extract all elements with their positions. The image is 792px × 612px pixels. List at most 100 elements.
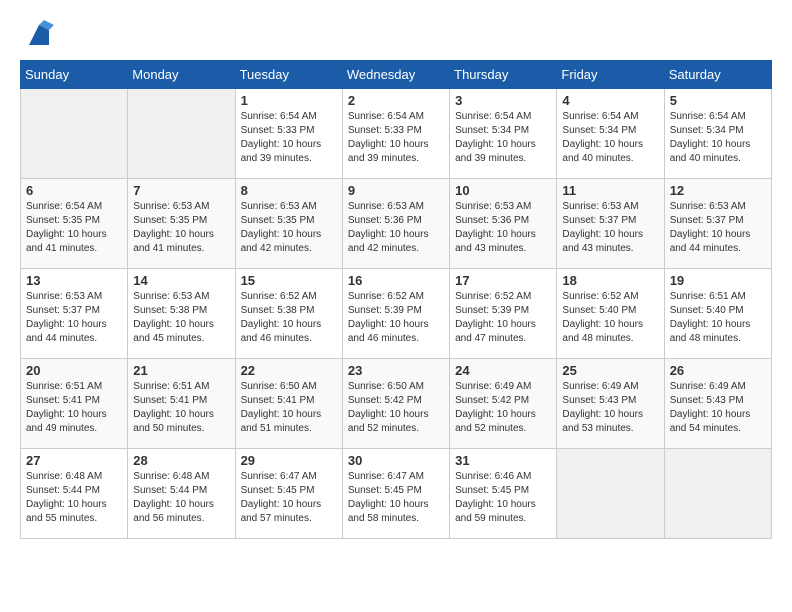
calendar-header-row: SundayMondayTuesdayWednesdayThursdayFrid… [21,61,772,89]
day-number: 22 [241,363,337,378]
day-info: Sunrise: 6:54 AMSunset: 5:34 PMDaylight:… [562,110,658,166]
day-info: Sunrise: 6:53 AMSunset: 5:36 PMDaylight:… [455,200,551,256]
day-number: 21 [133,363,229,378]
calendar-day-header: Sunday [21,61,128,89]
day-info: Sunrise: 6:54 AMSunset: 5:34 PMDaylight:… [670,110,766,166]
calendar-cell: 12 Sunrise: 6:53 AMSunset: 5:37 PMDaylig… [664,179,771,269]
calendar-week-row: 27 Sunrise: 6:48 AMSunset: 5:44 PMDaylig… [21,449,772,539]
calendar-cell: 22 Sunrise: 6:50 AMSunset: 5:41 PMDaylig… [235,359,342,449]
calendar-cell [128,89,235,179]
calendar-day-header: Thursday [450,61,557,89]
calendar-cell [664,449,771,539]
calendar-cell: 27 Sunrise: 6:48 AMSunset: 5:44 PMDaylig… [21,449,128,539]
calendar-cell: 5 Sunrise: 6:54 AMSunset: 5:34 PMDayligh… [664,89,771,179]
calendar-cell: 23 Sunrise: 6:50 AMSunset: 5:42 PMDaylig… [342,359,449,449]
day-number: 29 [241,453,337,468]
calendar-cell: 13 Sunrise: 6:53 AMSunset: 5:37 PMDaylig… [21,269,128,359]
day-number: 23 [348,363,444,378]
day-number: 19 [670,273,766,288]
day-info: Sunrise: 6:53 AMSunset: 5:37 PMDaylight:… [670,200,766,256]
calendar-cell: 21 Sunrise: 6:51 AMSunset: 5:41 PMDaylig… [128,359,235,449]
day-info: Sunrise: 6:50 AMSunset: 5:41 PMDaylight:… [241,380,337,436]
calendar-cell: 19 Sunrise: 6:51 AMSunset: 5:40 PMDaylig… [664,269,771,359]
calendar-cell: 29 Sunrise: 6:47 AMSunset: 5:45 PMDaylig… [235,449,342,539]
calendar-cell [21,89,128,179]
day-number: 24 [455,363,551,378]
day-info: Sunrise: 6:53 AMSunset: 5:35 PMDaylight:… [241,200,337,256]
calendar-day-header: Wednesday [342,61,449,89]
day-info: Sunrise: 6:49 AMSunset: 5:42 PMDaylight:… [455,380,551,436]
calendar-cell: 3 Sunrise: 6:54 AMSunset: 5:34 PMDayligh… [450,89,557,179]
day-number: 12 [670,183,766,198]
day-number: 4 [562,93,658,108]
calendar-cell: 24 Sunrise: 6:49 AMSunset: 5:42 PMDaylig… [450,359,557,449]
day-number: 13 [26,273,122,288]
day-info: Sunrise: 6:49 AMSunset: 5:43 PMDaylight:… [562,380,658,436]
calendar-cell: 28 Sunrise: 6:48 AMSunset: 5:44 PMDaylig… [128,449,235,539]
day-number: 16 [348,273,444,288]
day-info: Sunrise: 6:52 AMSunset: 5:40 PMDaylight:… [562,290,658,346]
day-info: Sunrise: 6:47 AMSunset: 5:45 PMDaylight:… [348,470,444,526]
calendar-cell [557,449,664,539]
day-info: Sunrise: 6:53 AMSunset: 5:35 PMDaylight:… [133,200,229,256]
day-number: 9 [348,183,444,198]
calendar-cell: 8 Sunrise: 6:53 AMSunset: 5:35 PMDayligh… [235,179,342,269]
day-number: 31 [455,453,551,468]
day-info: Sunrise: 6:49 AMSunset: 5:43 PMDaylight:… [670,380,766,436]
calendar-cell: 1 Sunrise: 6:54 AMSunset: 5:33 PMDayligh… [235,89,342,179]
day-number: 28 [133,453,229,468]
day-info: Sunrise: 6:52 AMSunset: 5:39 PMDaylight:… [455,290,551,346]
day-info: Sunrise: 6:50 AMSunset: 5:42 PMDaylight:… [348,380,444,436]
day-number: 26 [670,363,766,378]
day-number: 15 [241,273,337,288]
calendar-week-row: 1 Sunrise: 6:54 AMSunset: 5:33 PMDayligh… [21,89,772,179]
page-header [20,20,772,50]
day-number: 3 [455,93,551,108]
day-number: 27 [26,453,122,468]
day-info: Sunrise: 6:53 AMSunset: 5:37 PMDaylight:… [562,200,658,256]
calendar-cell: 9 Sunrise: 6:53 AMSunset: 5:36 PMDayligh… [342,179,449,269]
calendar-cell: 7 Sunrise: 6:53 AMSunset: 5:35 PMDayligh… [128,179,235,269]
day-info: Sunrise: 6:54 AMSunset: 5:33 PMDaylight:… [241,110,337,166]
day-info: Sunrise: 6:51 AMSunset: 5:40 PMDaylight:… [670,290,766,346]
calendar-cell: 16 Sunrise: 6:52 AMSunset: 5:39 PMDaylig… [342,269,449,359]
day-number: 11 [562,183,658,198]
calendar-cell: 15 Sunrise: 6:52 AMSunset: 5:38 PMDaylig… [235,269,342,359]
calendar-table: SundayMondayTuesdayWednesdayThursdayFrid… [20,60,772,539]
calendar-cell: 30 Sunrise: 6:47 AMSunset: 5:45 PMDaylig… [342,449,449,539]
day-number: 7 [133,183,229,198]
calendar-day-header: Saturday [664,61,771,89]
logo-icon [24,20,54,50]
day-info: Sunrise: 6:48 AMSunset: 5:44 PMDaylight:… [133,470,229,526]
calendar-day-header: Friday [557,61,664,89]
calendar-cell: 11 Sunrise: 6:53 AMSunset: 5:37 PMDaylig… [557,179,664,269]
calendar-cell: 26 Sunrise: 6:49 AMSunset: 5:43 PMDaylig… [664,359,771,449]
day-number: 18 [562,273,658,288]
day-info: Sunrise: 6:47 AMSunset: 5:45 PMDaylight:… [241,470,337,526]
day-info: Sunrise: 6:53 AMSunset: 5:36 PMDaylight:… [348,200,444,256]
calendar-cell: 25 Sunrise: 6:49 AMSunset: 5:43 PMDaylig… [557,359,664,449]
logo [20,20,54,50]
calendar-day-header: Tuesday [235,61,342,89]
calendar-cell: 18 Sunrise: 6:52 AMSunset: 5:40 PMDaylig… [557,269,664,359]
day-info: Sunrise: 6:48 AMSunset: 5:44 PMDaylight:… [26,470,122,526]
day-number: 17 [455,273,551,288]
day-info: Sunrise: 6:54 AMSunset: 5:35 PMDaylight:… [26,200,122,256]
day-number: 30 [348,453,444,468]
day-number: 25 [562,363,658,378]
day-number: 10 [455,183,551,198]
day-info: Sunrise: 6:51 AMSunset: 5:41 PMDaylight:… [26,380,122,436]
day-info: Sunrise: 6:51 AMSunset: 5:41 PMDaylight:… [133,380,229,436]
day-info: Sunrise: 6:52 AMSunset: 5:39 PMDaylight:… [348,290,444,346]
calendar-cell: 6 Sunrise: 6:54 AMSunset: 5:35 PMDayligh… [21,179,128,269]
day-number: 6 [26,183,122,198]
day-number: 1 [241,93,337,108]
day-info: Sunrise: 6:54 AMSunset: 5:33 PMDaylight:… [348,110,444,166]
calendar-cell: 31 Sunrise: 6:46 AMSunset: 5:45 PMDaylig… [450,449,557,539]
day-info: Sunrise: 6:53 AMSunset: 5:37 PMDaylight:… [26,290,122,346]
day-info: Sunrise: 6:52 AMSunset: 5:38 PMDaylight:… [241,290,337,346]
calendar-week-row: 13 Sunrise: 6:53 AMSunset: 5:37 PMDaylig… [21,269,772,359]
day-number: 20 [26,363,122,378]
day-number: 8 [241,183,337,198]
calendar-week-row: 20 Sunrise: 6:51 AMSunset: 5:41 PMDaylig… [21,359,772,449]
